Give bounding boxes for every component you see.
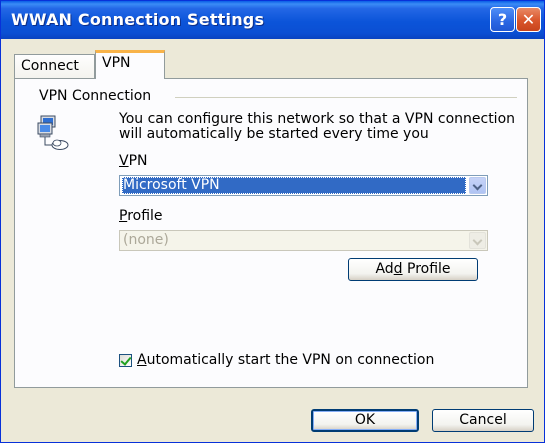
profile-label-text: rofile bbox=[127, 208, 163, 224]
vpn-description: You can configure this network so that a… bbox=[119, 111, 516, 142]
chevron-down-icon bbox=[469, 232, 486, 249]
help-icon: ? bbox=[497, 10, 508, 29]
vpn-label: VPN bbox=[119, 153, 148, 169]
add-profile-label-pre: Ad bbox=[375, 261, 394, 277]
vpn-label-mnemonic: V bbox=[119, 153, 129, 169]
tab-connect[interactable]: Connect bbox=[14, 54, 95, 78]
vpn-select-value: Microsoft VPN bbox=[122, 177, 466, 194]
profile-label-mnemonic: P bbox=[119, 208, 128, 224]
profile-select: (none) bbox=[119, 230, 488, 251]
vpn-connection-group-title: VPN Connection bbox=[39, 88, 156, 104]
add-profile-mnemonic: d bbox=[393, 261, 403, 277]
vpn-label-text: PN bbox=[128, 153, 148, 169]
profile-select-value: (none) bbox=[123, 232, 169, 248]
cancel-button[interactable]: Cancel bbox=[432, 409, 534, 432]
close-icon: ✕ bbox=[521, 10, 536, 29]
ok-button[interactable]: OK bbox=[311, 409, 419, 432]
window-title: WWAN Connection Settings bbox=[11, 10, 265, 29]
auto-start-checkbox[interactable] bbox=[119, 354, 132, 367]
tab-vpn[interactable]: VPN bbox=[95, 50, 165, 79]
network-computer-icon bbox=[37, 115, 69, 150]
title-bar[interactable]: WWAN Connection Settings ? ✕ bbox=[1, 1, 544, 39]
add-profile-label-post: Profile bbox=[402, 261, 451, 277]
dialog-window: WWAN Connection Settings ? ✕ Connect VPN… bbox=[0, 0, 545, 443]
auto-start-label[interactable]: Automatically start the VPN on connectio… bbox=[137, 352, 434, 368]
close-button[interactable]: ✕ bbox=[516, 7, 541, 32]
chevron-down-icon[interactable] bbox=[469, 177, 486, 194]
profile-label: Profile bbox=[119, 208, 163, 224]
vpn-tab-panel: VPN Connection You can configure this ne… bbox=[14, 78, 528, 388]
help-button[interactable]: ? bbox=[490, 7, 515, 32]
auto-start-mnemonic: A bbox=[137, 352, 147, 368]
add-profile-button[interactable]: Add Profile bbox=[348, 258, 478, 281]
vpn-select[interactable]: Microsoft VPN bbox=[119, 175, 488, 196]
group-divider bbox=[175, 97, 517, 98]
auto-start-label-text: utomatically start the VPN on connection bbox=[146, 352, 435, 368]
